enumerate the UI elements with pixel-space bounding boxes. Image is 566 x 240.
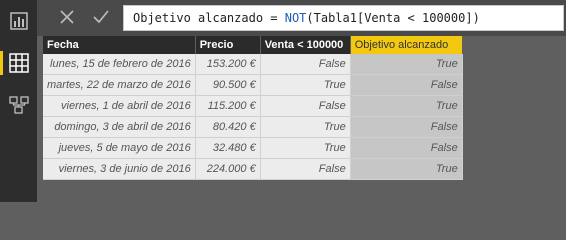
column-header-fecha[interactable]: Fecha [43, 36, 196, 54]
formula-bar: Objetivo alcanzado = NOT(Tabla1[Venta < … [37, 0, 566, 36]
cell-fecha[interactable]: jueves, 5 de mayo de 2016 [43, 137, 196, 159]
data-table: Fecha Precio Venta < 100000 Objetivo alc… [43, 36, 463, 180]
cell-precio[interactable]: 115.200 € [195, 95, 261, 117]
cell-venta[interactable]: True [260, 116, 351, 138]
cell-fecha[interactable]: martes, 22 de marzo de 2016 [43, 74, 196, 96]
cell-objetivo[interactable]: True [350, 158, 463, 180]
data-view-icon [8, 53, 29, 73]
table-row: domingo, 3 de abril de 2016 80.420 € Tru… [43, 116, 463, 138]
formula-suffix: (Tabla1[Venta < 100000]) [306, 11, 480, 25]
formula-function: NOT [284, 11, 307, 25]
commit-formula-button[interactable] [89, 6, 113, 28]
cell-fecha[interactable]: lunes, 15 de febrero de 2016 [43, 54, 196, 75]
cancel-formula-button[interactable] [55, 6, 79, 28]
cell-objetivo[interactable]: False [350, 137, 463, 159]
cell-precio[interactable]: 80.420 € [195, 116, 261, 138]
cell-fecha[interactable]: domingo, 3 de abril de 2016 [43, 116, 196, 138]
report-view-icon [9, 12, 28, 30]
cell-precio[interactable]: 153.200 € [195, 54, 261, 75]
cell-venta[interactable]: True [260, 74, 351, 96]
cell-objetivo[interactable]: False [350, 116, 463, 138]
data-view-button[interactable] [0, 46, 37, 80]
formula-input[interactable]: Objetivo alcanzado = NOT(Tabla1[Venta < … [123, 5, 564, 31]
table-header-row: Fecha Precio Venta < 100000 Objetivo alc… [43, 36, 463, 54]
cell-venta[interactable]: False [260, 54, 351, 75]
table-row: viernes, 3 de junio de 2016 224.000 € Fa… [43, 158, 463, 180]
cell-fecha[interactable]: viernes, 1 de abril de 2016 [43, 95, 196, 117]
cell-precio[interactable]: 224.000 € [195, 158, 261, 180]
cell-objetivo[interactable]: False [350, 74, 463, 96]
table-row: martes, 22 de marzo de 2016 90.500 € Tru… [43, 74, 463, 96]
cell-venta[interactable]: False [260, 95, 351, 117]
column-header-precio[interactable]: Precio [195, 36, 261, 54]
table-row: lunes, 15 de febrero de 2016 153.200 € F… [43, 54, 463, 75]
relationships-view-button[interactable] [0, 88, 37, 122]
column-header-venta[interactable]: Venta < 100000 [260, 36, 351, 54]
table-row: jueves, 5 de mayo de 2016 32.480 € True … [43, 137, 463, 159]
table-row: viernes, 1 de abril de 2016 115.200 € Fa… [43, 95, 463, 117]
checkmark-icon [93, 10, 109, 24]
cell-objetivo[interactable]: True [350, 95, 463, 117]
data-table-area: Fecha Precio Venta < 100000 Objetivo alc… [37, 36, 566, 202]
cell-precio[interactable]: 32.480 € [195, 137, 261, 159]
column-header-objetivo[interactable]: Objetivo alcanzado [350, 36, 463, 54]
report-view-button[interactable] [0, 4, 37, 38]
cell-fecha[interactable]: viernes, 3 de junio de 2016 [43, 158, 196, 180]
formula-prefix: Objetivo alcanzado = [133, 11, 285, 25]
cell-venta[interactable]: True [260, 137, 351, 159]
relationships-view-icon [8, 96, 29, 114]
view-sidebar [0, 0, 37, 202]
cell-objetivo[interactable]: True [350, 54, 463, 75]
cell-precio[interactable]: 90.500 € [195, 74, 261, 96]
close-icon [60, 10, 74, 24]
cell-venta[interactable]: False [260, 158, 351, 180]
